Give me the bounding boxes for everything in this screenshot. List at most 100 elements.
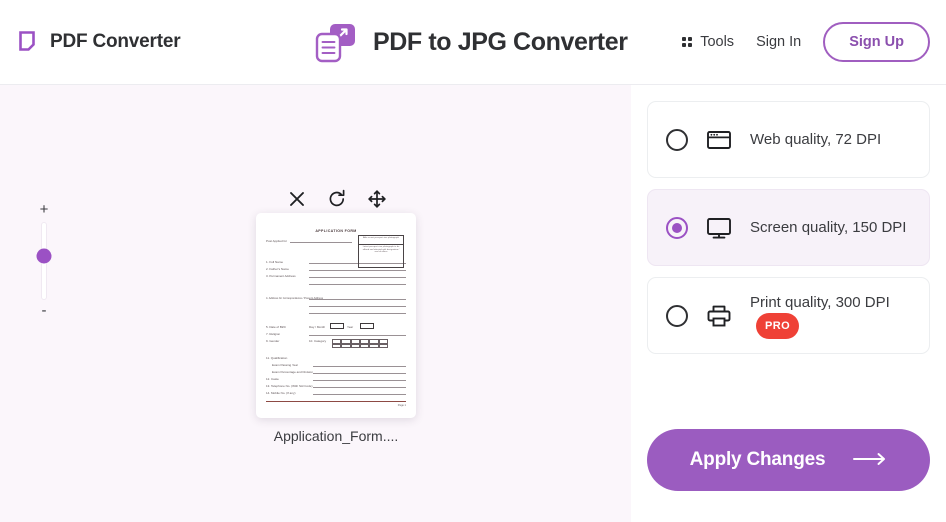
preview-field-label: Exam Passing Year [272, 363, 299, 367]
app-header: PDF Converter PDF to JPG Converter Tools… [0, 0, 946, 85]
preview-field-list: 1. Full Name 2. Father's Name 3. Permane… [266, 260, 406, 395]
preview-rule [313, 391, 406, 395]
zoom-out-button[interactable]: - [42, 303, 47, 318]
preview-rule [313, 377, 406, 381]
quality-option-web[interactable]: Web quality, 72 DPI [647, 101, 930, 178]
preview-field-label: 2. Father's Name [266, 267, 289, 271]
preview-rule [309, 296, 406, 300]
preview-photo-text-2: Latest passport size photograph to be af… [362, 246, 400, 254]
move-icon[interactable] [366, 188, 388, 210]
preview-label: Post Applied for [266, 239, 288, 243]
tools-label: Tools [700, 34, 735, 50]
pro-badge: PRO [756, 312, 800, 339]
preview-field-row [266, 281, 406, 285]
radio-web[interactable] [666, 128, 688, 151]
preview-rule [313, 384, 406, 388]
quality-option-print[interactable]: Print quality, 300 DPIPRO [647, 277, 930, 354]
rotate-icon[interactable] [326, 188, 348, 210]
brand[interactable]: PDF Converter [0, 31, 181, 53]
apply-changes-label: Apply Changes [689, 449, 826, 470]
preview-table [332, 339, 388, 348]
preview-field-row: 4. Address for Correspondence / Present … [266, 296, 406, 300]
quality-options-panel: Web quality, 72 DPI Screen quality, 150 … [631, 85, 946, 522]
preview-field-row [266, 303, 406, 307]
preview-rule [313, 370, 406, 374]
sign-up-button[interactable]: Sign Up [823, 22, 930, 62]
preview-field-row: 9. Gender 10. Category [266, 339, 406, 348]
zoom-slider-track[interactable] [36, 222, 52, 300]
arrow-right-icon [853, 452, 887, 469]
printer-icon [704, 301, 734, 331]
close-icon[interactable] [286, 188, 308, 210]
preview-rule [309, 303, 406, 307]
preview-field-label: 10. Category [309, 339, 327, 343]
preview-rule [309, 310, 406, 314]
sign-in-link[interactable]: Sign In [756, 34, 801, 50]
preview-photo-text-1: Affix recent passport size photograph [362, 237, 400, 239]
preview-field-label: 4. Address for Correspondence / Present … [266, 297, 324, 300]
header-nav: Tools Sign In Sign Up [682, 22, 946, 62]
preview-field-label: 7. Religion [266, 332, 281, 336]
browser-window-icon [704, 125, 734, 155]
document-thumbnail[interactable]: APPLICATION FORM Post Applied for Affix … [256, 213, 416, 418]
preview-field-row [266, 310, 406, 314]
page-title: PDF to JPG Converter [313, 0, 628, 85]
pdf-to-jpg-logo-icon [313, 22, 359, 64]
preview-field-label: 1. Full Name [266, 260, 284, 264]
quality-option-screen[interactable]: Screen quality, 150 DPI [647, 189, 930, 266]
preview-field-label: 12. Caste [266, 377, 279, 381]
quality-option-label: Web quality, 72 DPI [750, 130, 882, 148]
document-thumbnail-wrapper: APPLICATION FORM Post Applied for Affix … [256, 213, 416, 444]
preview-field-label: 11. Qualification [266, 356, 288, 360]
preview-title: APPLICATION FORM [315, 229, 357, 233]
preview-field-row: Exam Passing Year [266, 363, 406, 367]
preview-field-row: 12. Caste [266, 377, 406, 381]
preview-field-label: Exam Percentage and Division [272, 370, 314, 374]
preview-field-label: 14. Mobile No. (If any) [266, 391, 296, 395]
preview-field-row: Exam Percentage and Division [266, 370, 406, 374]
document-filename: Application_Form.... [273, 428, 399, 444]
preview-rule [309, 332, 406, 336]
page-title-text: PDF to JPG Converter [373, 28, 628, 56]
pdf-page-icon [18, 31, 40, 53]
preview-field-label: 3. Permanent Address [266, 274, 296, 278]
preview-input-box [360, 323, 374, 329]
preview-photo-box: Affix recent passport size photograph La… [358, 235, 404, 268]
document-canvas: + - APPLICATION FORM Post Applied for Af… [0, 85, 631, 522]
zoom-slider-thumb[interactable] [36, 248, 52, 264]
preview-field-label: 13. Telephone No. (With Std Code) [266, 384, 313, 388]
quality-option-text: Print quality, 300 DPI [750, 293, 890, 311]
preview-photo-box-top: Affix recent passport size photograph [359, 236, 403, 245]
preview-rule [313, 363, 406, 367]
preview-field-row: 13. Telephone No. (With Std Code) [266, 384, 406, 388]
quality-option-label: Screen quality, 150 DPI [750, 218, 907, 236]
preview-inline-label: Year [347, 325, 354, 329]
document-toolbar [286, 188, 388, 210]
preview-field-row: 5. Date of Birth Day / Month Year [266, 323, 406, 329]
zoom-in-button[interactable]: + [40, 202, 49, 217]
preview-field-row: 11. Qualification [266, 356, 406, 360]
zoom-slider[interactable]: + - [30, 202, 58, 318]
radio-screen[interactable] [666, 216, 688, 239]
app-body: + - APPLICATION FORM Post Applied for Af… [0, 85, 946, 522]
preview-rule [309, 281, 406, 285]
preview-photo-box-bottom: Latest passport size photograph to be af… [359, 245, 403, 255]
preview-field-row: 14. Mobile No. (If any) [266, 391, 406, 395]
preview-field-label: 5. Date of Birth [266, 325, 287, 329]
tools-menu[interactable]: Tools [682, 34, 734, 50]
preview-input-box [330, 323, 344, 329]
preview-inline-label: Day / Month [309, 325, 326, 329]
brand-name: PDF Converter [50, 31, 181, 52]
apply-changes-button[interactable]: Apply Changes [647, 429, 930, 491]
monitor-icon [704, 213, 734, 243]
preview-field-row: 3. Permanent Address [266, 274, 406, 278]
quality-option-label: Print quality, 300 DPIPRO [750, 293, 911, 339]
preview-field-row: 7. Religion [266, 332, 406, 336]
radio-print[interactable] [666, 304, 688, 327]
grid-dots-icon [682, 37, 693, 47]
preview-page-number: Page 1 [397, 404, 406, 407]
preview-rule [290, 239, 352, 243]
app-root: PDF Converter PDF to JPG Converter Tools… [0, 0, 946, 522]
preview-rule [309, 274, 406, 278]
preview-footer-rule [266, 401, 406, 402]
